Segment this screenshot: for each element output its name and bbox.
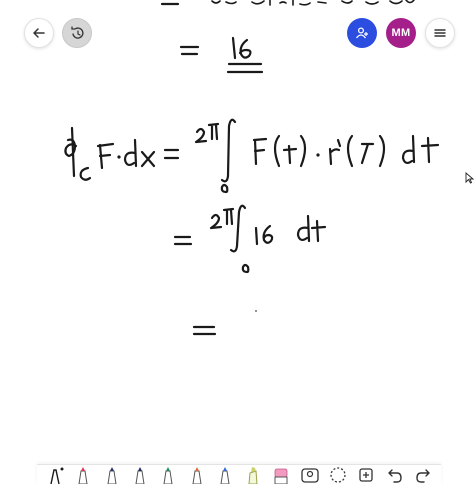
marker-orange-icon (192, 467, 202, 484)
highlighter-icon (248, 467, 258, 484)
highlighter[interactable] (242, 464, 264, 484)
avatar[interactable]: MM (386, 18, 416, 48)
redo-button[interactable] (412, 464, 434, 484)
marker-dark-blue-icon (107, 467, 117, 484)
avatar-initials: MM (391, 27, 411, 39)
marker-orange[interactable] (186, 464, 208, 484)
marker-dark-blue[interactable] (101, 464, 123, 484)
image-icon (301, 468, 319, 483)
marker-red-icon (78, 467, 88, 484)
marker-green[interactable] (157, 464, 179, 484)
eraser-icon (274, 468, 288, 484)
handwriting-canvas[interactable] (0, 0, 474, 484)
marker-blue-icon (220, 467, 230, 484)
marker-navy[interactable] (129, 464, 151, 484)
lasso-select-icon (330, 467, 346, 483)
arrow-left-icon (33, 28, 45, 38)
handwriting-integral-16 (173, 204, 327, 274)
eraser[interactable] (270, 464, 292, 484)
pen-tool[interactable] (44, 464, 66, 484)
person-share-icon (355, 27, 368, 39)
drawing-toolbar (37, 464, 441, 484)
undo-history-icon (71, 26, 84, 39)
handwriting-top-line (160, 0, 415, 6)
lasso-select[interactable] (327, 464, 349, 484)
add-icon (359, 468, 373, 482)
marker-green-icon (163, 467, 173, 484)
handwriting-equals-16 (179, 36, 264, 74)
handwriting-line-integral (64, 118, 440, 194)
share-button[interactable] (347, 18, 377, 48)
marker-blue[interactable] (214, 464, 236, 484)
menu-button[interactable] (425, 18, 455, 48)
add-element[interactable] (355, 464, 377, 484)
hamburger-menu-icon (434, 29, 446, 37)
mouse-pointer-icon (465, 172, 474, 184)
marker-red[interactable] (72, 464, 94, 484)
handwriting-equals-final (192, 310, 257, 336)
history-button[interactable] (62, 18, 92, 48)
undo-button[interactable] (384, 464, 406, 484)
pen-tool-icon (50, 467, 64, 484)
image-insert[interactable] (299, 464, 321, 484)
redo-icon (416, 469, 430, 483)
undo-icon (387, 469, 402, 483)
marker-navy-icon (135, 467, 145, 484)
back-button[interactable] (24, 18, 54, 48)
